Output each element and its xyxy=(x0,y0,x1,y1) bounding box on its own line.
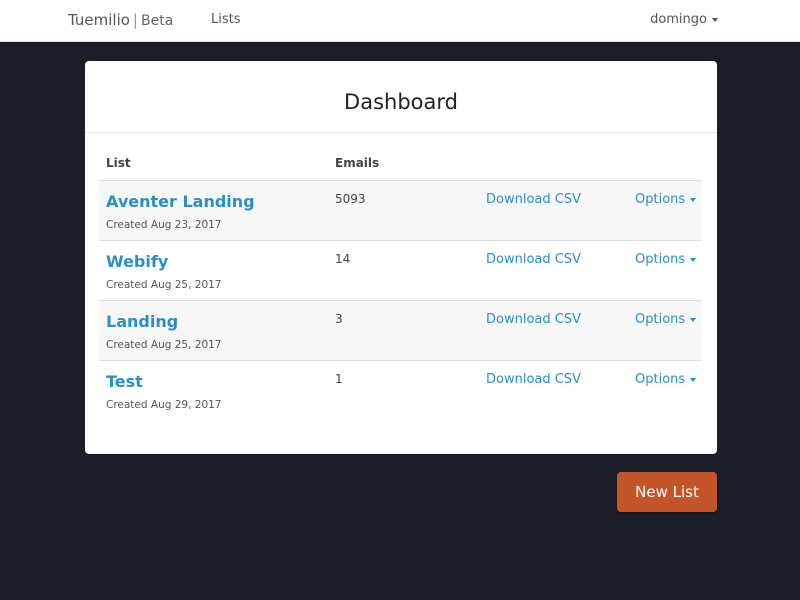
brand-name: Tuemilio xyxy=(68,11,130,29)
user-menu-dropdown[interactable]: domingo xyxy=(650,12,718,27)
nav-link-lists[interactable]: Lists xyxy=(211,12,241,27)
column-header-emails: Emails xyxy=(335,156,380,170)
list-created-date: Created Aug 25, 2017 xyxy=(106,339,222,351)
list-created-date: Created Aug 23, 2017 xyxy=(106,219,222,231)
table-row: Landing Created Aug 25, 2017 3 Download … xyxy=(99,301,702,361)
caret-down-icon xyxy=(690,257,697,262)
list-created-date: Created Aug 25, 2017 xyxy=(106,279,222,291)
caret-down-icon xyxy=(690,317,697,322)
top-navbar: Tuemilio | Beta Lists domingo xyxy=(0,0,800,42)
new-list-button[interactable]: New List xyxy=(617,472,717,512)
options-dropdown[interactable]: Options xyxy=(635,312,697,327)
user-name: domingo xyxy=(650,12,707,27)
email-count: 5093 xyxy=(335,192,366,206)
brand-tag: Beta xyxy=(140,13,174,29)
table-row: Webify Created Aug 25, 2017 14 Download … xyxy=(99,241,702,301)
table-body: Aventer Landing Created Aug 23, 2017 509… xyxy=(99,181,702,421)
options-dropdown[interactable]: Options xyxy=(635,372,697,387)
list-name-link[interactable]: Test xyxy=(106,372,143,391)
email-count: 3 xyxy=(335,312,343,326)
options-dropdown[interactable]: Options xyxy=(635,252,697,267)
caret-down-icon xyxy=(690,197,697,202)
options-label: Options xyxy=(635,372,686,387)
list-created-date: Created Aug 29, 2017 xyxy=(106,399,222,411)
page-title: Dashboard xyxy=(85,61,717,133)
list-name-link[interactable]: Landing xyxy=(106,312,178,331)
table-row: Test Created Aug 29, 2017 1 Download CSV… xyxy=(99,361,702,421)
lists-table: List Emails Aventer Landing Created Aug … xyxy=(99,145,702,421)
options-label: Options xyxy=(635,192,686,207)
caret-down-icon xyxy=(690,377,697,382)
brand-logo[interactable]: Tuemilio | Beta xyxy=(68,11,173,29)
download-csv-link[interactable]: Download CSV xyxy=(486,192,581,207)
download-csv-link[interactable]: Download CSV xyxy=(486,252,581,267)
email-count: 1 xyxy=(335,372,343,386)
options-label: Options xyxy=(635,252,686,267)
column-header-list: List xyxy=(106,156,131,170)
list-name-link[interactable]: Webify xyxy=(106,252,168,271)
table-header: List Emails xyxy=(99,145,702,181)
list-name-link[interactable]: Aventer Landing xyxy=(106,192,255,211)
caret-down-icon xyxy=(712,17,718,22)
email-count: 14 xyxy=(335,252,351,266)
brand-separator: | xyxy=(132,11,138,29)
options-dropdown[interactable]: Options xyxy=(635,192,697,207)
download-csv-link[interactable]: Download CSV xyxy=(486,312,581,327)
dashboard-card: Dashboard List Emails Aventer Landing Cr… xyxy=(85,61,717,454)
download-csv-link[interactable]: Download CSV xyxy=(486,372,581,387)
table-row: Aventer Landing Created Aug 23, 2017 509… xyxy=(99,181,702,241)
options-label: Options xyxy=(635,312,686,327)
